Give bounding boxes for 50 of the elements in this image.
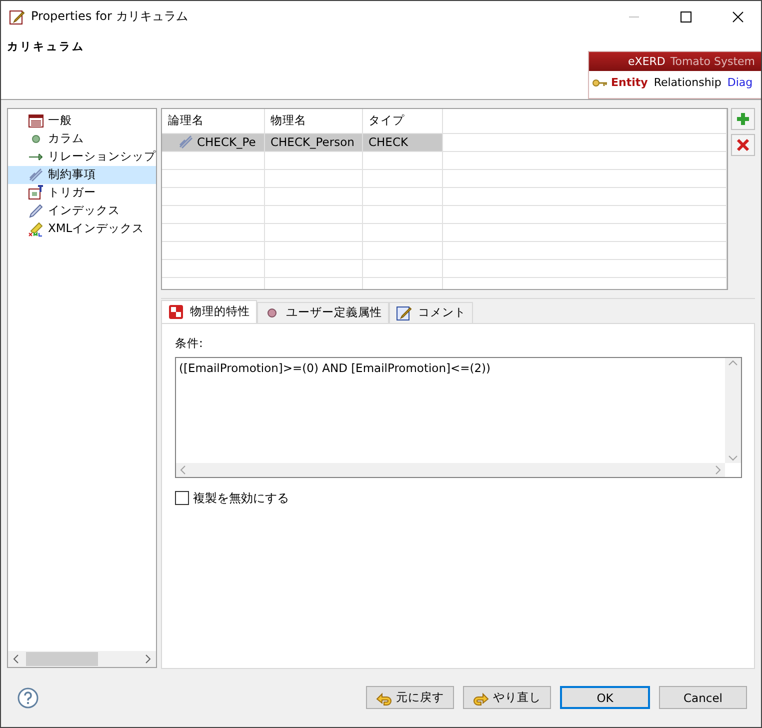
banner-tab[interactable]: Entity <box>592 74 648 91</box>
tab[interactable]: 物理的特性 <box>161 300 257 323</box>
tree-item[interactable]: 制約事項 <box>8 166 156 184</box>
tree-item[interactable]: カラム <box>8 130 156 148</box>
brand-name: eXERD <box>628 54 666 68</box>
help-icon[interactable] <box>17 686 39 709</box>
tab[interactable]: ユーザー定義属性 <box>257 302 389 323</box>
column-header[interactable]: タイプ <box>362 108 442 134</box>
dialog-button[interactable]: Cancel <box>659 686 747 710</box>
plus-icon <box>735 110 751 127</box>
note-icon <box>396 304 412 321</box>
table-icon <box>28 112 44 129</box>
horizontal-scrollbar[interactable] <box>8 650 156 667</box>
pencil-icon <box>28 202 44 219</box>
delete-button[interactable] <box>731 134 755 156</box>
table-cell: CHECK_Person <box>264 133 362 152</box>
cross-icon <box>735 136 751 153</box>
page-title: カリキュラム <box>6 39 85 55</box>
dialog-button[interactable]: OK <box>560 686 650 710</box>
dialog-button[interactable]: 元に戻す <box>366 686 454 710</box>
column-header[interactable]: 論理名 <box>162 108 264 134</box>
checkbox-label: 複製を無効にする <box>193 490 289 507</box>
tree-item[interactable]: リレーションシップ <box>8 148 156 166</box>
tree-item[interactable]: トリガー <box>8 184 156 202</box>
banner-tab[interactable]: Relationship <box>654 76 722 90</box>
chevron-up-icon[interactable] <box>728 360 738 366</box>
product-name: Tomato System <box>670 54 755 68</box>
dialog-button[interactable]: やり直し <box>463 686 551 710</box>
chevron-down-icon[interactable] <box>728 454 738 461</box>
tree-item[interactable]: XMLインデックス <box>8 220 156 238</box>
column-header[interactable]: 物理名 <box>264 108 362 134</box>
add-button[interactable] <box>731 108 755 130</box>
tree-item[interactable]: 一般 <box>8 112 156 130</box>
link-icon <box>28 166 44 183</box>
condition-field[interactable]: ([EmailPromotion]>=(0) AND [EmailPromotion]<=(2)) <box>175 356 742 478</box>
xml-icon <box>28 220 44 237</box>
close-icon[interactable] <box>730 8 746 24</box>
tab[interactable]: コメント <box>389 302 473 323</box>
link-icon <box>178 134 194 150</box>
edit-icon <box>9 8 25 24</box>
trigger-icon <box>28 184 44 201</box>
condition-label: 条件: <box>175 336 204 351</box>
table-cell: CHECK_Pe <box>162 133 264 152</box>
checkbox[interactable] <box>175 491 189 506</box>
checker-icon <box>168 304 184 320</box>
table-cell: CHECK <box>362 133 442 152</box>
tree-item[interactable]: インデックス <box>8 202 156 220</box>
banner-tab[interactable]: Diag <box>727 76 753 90</box>
maximize-icon[interactable] <box>678 8 694 24</box>
window-title: Properties for カリキュラム <box>31 8 189 25</box>
